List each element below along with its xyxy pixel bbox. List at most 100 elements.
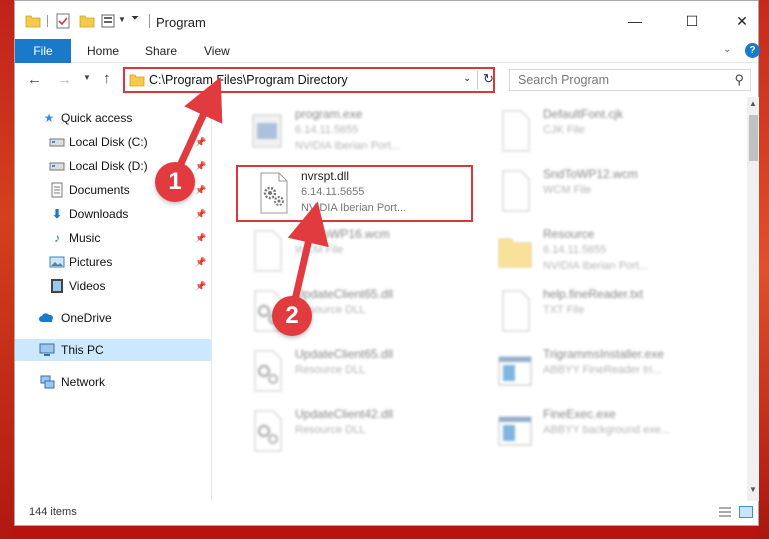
tab-share[interactable]: Share [145,44,177,58]
sidebar-item-label: Quick access [61,111,133,125]
scroll-up-icon[interactable]: ▲ [749,99,757,108]
sidebar-item-downloads[interactable]: ⬇ Downloads 📌 [15,203,211,225]
dll-gear-icon [254,350,282,392]
sidebar-item-label: Local Disk (D:) [69,159,148,173]
sidebar-item-label: Pictures [69,255,113,269]
folder-icon[interactable] [25,13,41,29]
folder-icon [498,238,532,268]
tab-home[interactable]: Home [87,44,119,58]
file-item[interactable]: help.fineReader.txt TXT File [473,281,713,341]
tiles-view-icon[interactable] [739,506,753,518]
file-item[interactable]: SndToWP12.wcm WCM File [473,161,713,221]
file-item[interactable]: FineExec.exe ABBYY background exe... [473,401,713,461]
music-icon: ♪ [54,231,60,245]
search-icon[interactable]: ⚲ [734,72,744,88]
cloud-icon [39,313,53,322]
blank-file-icon [254,230,282,272]
sidebar-item-network[interactable]: Network [15,371,211,393]
sidebar-item-label: Network [61,375,106,389]
download-icon: ⬇ [51,207,63,221]
file-item[interactable]: DefaultFont.cjk CJK File [473,101,713,161]
minimize-button[interactable]: — [620,9,650,33]
file-item[interactable]: UpdateClient65.dll Resource DLL [225,341,465,401]
sidebar-item-label: OneDrive [61,311,112,325]
file-name: TrigrammsInstaller.exe [543,347,664,361]
sidebar-item-quick-access[interactable]: ★ Quick access [15,107,211,129]
sidebar-item-this-pc[interactable]: This PC [15,339,211,361]
sidebar-item-videos[interactable]: Videos 📌 [15,275,211,297]
file-detail: NVIDIA Iberian Port... [543,260,649,272]
pin-icon[interactable]: 📌 [195,233,206,244]
file-item[interactable]: UpdateClient65.dll Resource DLL [225,281,465,341]
file-detail: ABBYY FineReader tri... [543,364,662,376]
scrollbar-thumb[interactable] [749,115,758,161]
search-box[interactable]: Search Program ⚲ [509,69,751,91]
sidebar-item-music[interactable]: ♪ Music 📌 [15,227,211,249]
file-name: Resource [543,227,595,241]
file-detail: WCM File [543,184,592,196]
vertical-scrollbar[interactable]: ▲ ▼ [747,97,759,501]
pin-icon[interactable]: 📌 [195,257,206,268]
file-item[interactable]: program.exe 6.14.11.5655 NVIDIA Iberian … [225,101,465,161]
customize-toolbar-icon[interactable] [101,13,117,29]
address-separator [477,71,478,89]
new-folder-icon[interactable] [79,13,95,29]
file-item[interactable]: SndToWP16.wcm WCM File [225,221,465,281]
details-view-icon[interactable] [718,506,732,518]
recent-locations-icon[interactable]: ▼ [83,73,91,82]
forward-arrow-icon[interactable]: → [57,71,72,88]
folder-icon [129,74,145,87]
step-1-badge: 1 [155,162,195,202]
navigation-pane: ★ Quick access Local Disk (C:) 📌 Local D… [15,97,211,501]
file-detail: TXT File [543,304,585,316]
sidebar-item-pictures[interactable]: Pictures 📌 [15,251,211,273]
help-icon[interactable]: ? [745,43,760,58]
desktop-background-left [0,0,14,539]
pin-icon[interactable]: 📌 [195,137,206,148]
tab-view[interactable]: View [204,44,230,58]
file-item[interactable]: Resource 6.14.11.5655 NVIDIA Iberian Por… [473,221,713,281]
ribbon-tabs: File Home Share View ⌄ ? [15,39,760,63]
sidebar-item-onedrive[interactable]: OneDrive [15,307,211,329]
chevron-down-icon[interactable]: ▼ [118,15,126,24]
maximize-button[interactable]: ☐ [677,9,707,33]
status-bar: 144 items [15,501,758,525]
blank-file-icon [502,290,530,332]
up-arrow-icon[interactable]: ↑ [103,70,111,87]
quick-access-dropdown-icon[interactable]: ⏷ [131,13,139,24]
pin-icon[interactable]: 📌 [195,281,206,292]
address-path[interactable]: C:\Program Files\Program Directory [149,73,348,87]
videos-icon [51,279,63,293]
navigation-bar: ← → ▼ ↑ C:\Program Files\Program Directo… [15,63,758,97]
selection-highlight-box [236,165,473,222]
refresh-icon[interactable]: ↻ [483,71,494,87]
file-item[interactable]: TrigrammsInstaller.exe ABBYY FineReader … [473,341,713,401]
search-input[interactable]: Search Program [518,73,609,87]
sidebar-item-label: Local Disk (C:) [69,135,148,149]
pane-divider[interactable] [211,97,212,501]
explorer-window: ▼ ⏷ Program — ☐ ✕ File Home Share View ⌄… [14,0,760,526]
drive-icon [49,138,65,147]
properties-check-icon[interactable] [55,13,71,29]
scroll-down-icon[interactable]: ▼ [749,485,757,494]
desktop-background-right [759,0,769,539]
documents-icon [51,182,63,198]
network-icon [40,375,55,389]
sidebar-item-label: Videos [69,279,106,293]
close-button[interactable]: ✕ [727,9,757,33]
tab-file[interactable]: File [15,39,71,63]
file-name: program.exe [295,107,363,121]
expand-ribbon-icon[interactable]: ⌄ [723,44,731,55]
back-arrow-icon[interactable]: ← [27,71,42,88]
pin-icon[interactable]: 📌 [195,209,206,220]
pictures-icon [49,256,65,268]
file-item[interactable]: UpdateClient42.dll Resource DLL [225,401,465,461]
address-bar[interactable]: C:\Program Files\Program Directory ⌄ ↻ [123,67,495,93]
star-icon: ★ [43,111,55,125]
file-name: DefaultFont.cjk [543,107,624,121]
pin-icon[interactable]: 📌 [195,185,206,196]
address-dropdown-icon[interactable]: ⌄ [463,73,471,84]
file-name: SndToWP12.wcm [543,167,638,181]
sidebar-item-local-disk-c[interactable]: Local Disk (C:) 📌 [15,131,211,153]
pin-icon[interactable]: 📌 [195,161,206,172]
